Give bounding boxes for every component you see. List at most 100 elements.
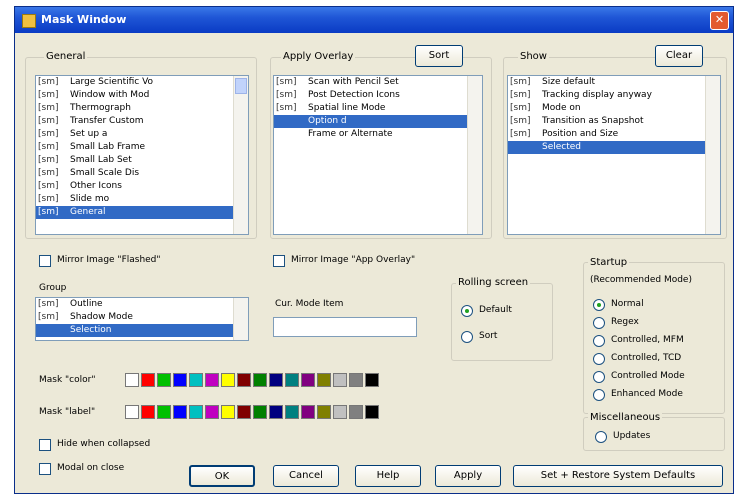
list-item[interactable]: [sm] Tracking display anyway — [508, 89, 720, 102]
color-swatch[interactable] — [237, 405, 251, 419]
list-item[interactable]: [sm] Set up a — [36, 128, 248, 141]
list-item[interactable]: [sm] Post Detection Icons — [274, 89, 482, 102]
startup-option-radio[interactable] — [593, 317, 605, 329]
list-item[interactable]: [sm] Large Scientific Vo — [36, 76, 248, 89]
list-item[interactable]: [sm] Position and Size — [508, 128, 720, 141]
color-swatch[interactable] — [237, 373, 251, 387]
list-item[interactable]: [sm] Slide mo — [36, 193, 248, 206]
color-swatch[interactable] — [205, 373, 219, 387]
color-swatch[interactable] — [333, 405, 347, 419]
list-item[interactable]: [sm] Small Scale Dis — [36, 167, 248, 180]
color-swatch[interactable] — [173, 405, 187, 419]
rolling-option-radio[interactable] — [461, 331, 473, 343]
list-item[interactable]: Selected — [508, 141, 720, 154]
startup-option-radio[interactable] — [593, 335, 605, 347]
color-swatch[interactable] — [301, 405, 315, 419]
startup-option-radio[interactable] — [593, 299, 605, 311]
show-list[interactable]: [sm] Size default [sm] Tracking display any… — [507, 75, 721, 235]
color-swatch[interactable] — [365, 405, 379, 419]
color-swatch[interactable] — [221, 405, 235, 419]
close-button[interactable]: ✕ — [710, 11, 729, 30]
list-item[interactable]: [sm] Other Icons — [36, 180, 248, 193]
color-swatch[interactable] — [157, 373, 171, 387]
color-swatch[interactable] — [141, 405, 155, 419]
apply-button[interactable]: Apply — [435, 465, 501, 487]
mirror-general-checkbox[interactable] — [39, 255, 51, 267]
restore-defaults-button[interactable]: Set + Restore System Defaults — [513, 465, 723, 487]
apply-overlay-title: Apply Overlay — [281, 51, 356, 62]
list-item[interactable]: [sm] Window with Mod — [36, 89, 248, 102]
list-item[interactable]: Frame or Alternate — [274, 128, 482, 141]
list-item-text: Mode on — [542, 103, 581, 113]
color-swatch[interactable] — [333, 373, 347, 387]
cancel-button[interactable]: Cancel — [273, 465, 339, 487]
rolling-option-radio[interactable] — [461, 305, 473, 317]
color-swatch[interactable] — [253, 373, 267, 387]
list-item[interactable]: [sm] Spatial line Mode — [274, 102, 482, 115]
color-swatch[interactable] — [301, 373, 315, 387]
group-scrollbar[interactable] — [233, 298, 248, 340]
list-item[interactable]: Option d — [274, 115, 482, 128]
color-swatch[interactable] — [189, 405, 203, 419]
show-scrollbar[interactable] — [705, 76, 720, 234]
general-scrollbar[interactable] — [233, 76, 248, 234]
color-swatch[interactable] — [349, 405, 363, 419]
color-swatch[interactable] — [205, 405, 219, 419]
startup-option-radio[interactable] — [593, 371, 605, 383]
ok-button[interactable]: OK — [189, 465, 255, 487]
list-item[interactable]: Selection — [36, 324, 248, 337]
hide-collapsed-checkbox[interactable] — [39, 439, 51, 451]
startup-option-radio[interactable] — [593, 353, 605, 365]
color-swatch[interactable] — [285, 405, 299, 419]
list-item[interactable]: [sm] Mode on — [508, 102, 720, 115]
clear-button[interactable]: Clear — [655, 45, 703, 67]
color-swatch[interactable] — [349, 373, 363, 387]
color-swatch[interactable] — [365, 373, 379, 387]
general-list[interactable]: [sm] Large Scientific Vo [sm] Window with M… — [35, 75, 249, 235]
color-swatch[interactable] — [157, 405, 171, 419]
list-item[interactable]: [sm] Size default — [508, 76, 720, 89]
list-item[interactable]: [sm] Small Lab Set — [36, 154, 248, 167]
misc-title: Miscellaneous — [588, 412, 663, 423]
palette2[interactable] — [125, 405, 379, 419]
list-item[interactable]: [sm] Shadow Mode — [36, 311, 248, 324]
mode-item-input[interactable] — [273, 317, 417, 337]
list-item[interactable]: [sm] General — [36, 206, 248, 219]
sort-button[interactable]: Sort — [415, 45, 463, 67]
color-swatch[interactable] — [317, 405, 331, 419]
list-item-text: Scan with Pencil Set — [308, 77, 399, 87]
list-item[interactable]: [sm] Transition as Snapshot — [508, 115, 720, 128]
color-swatch[interactable] — [125, 405, 139, 419]
list-item[interactable]: [sm] Scan with Pencil Set — [274, 76, 482, 89]
color-swatch[interactable] — [317, 373, 331, 387]
startup-option-label: Normal — [611, 299, 644, 309]
title-bar[interactable]: Mask Window ✕ — [15, 7, 733, 33]
mirror-apply-checkbox[interactable] — [273, 255, 285, 267]
list-item-text: General — [70, 207, 106, 217]
color-swatch[interactable] — [269, 405, 283, 419]
updates-radio[interactable] — [595, 431, 607, 443]
color-swatch[interactable] — [189, 373, 203, 387]
color-swatch[interactable] — [125, 373, 139, 387]
color-swatch[interactable] — [253, 405, 267, 419]
group-list[interactable]: [sm] Outline [sm] Shadow Mode Selection — [35, 297, 249, 341]
list-item[interactable]: [sm] Thermograph — [36, 102, 248, 115]
palette1[interactable] — [125, 373, 379, 387]
color-swatch[interactable] — [285, 373, 299, 387]
list-item-text: Set up a — [70, 129, 108, 139]
apply-scrollbar[interactable] — [467, 76, 482, 234]
apply-overlay-list[interactable]: [sm] Scan with Pencil Set [sm] Post Detecti… — [273, 75, 483, 235]
help-button[interactable]: Help — [355, 465, 421, 487]
color-swatch[interactable] — [173, 373, 187, 387]
list-item-text: Tracking display anyway — [542, 90, 652, 100]
color-swatch[interactable] — [221, 373, 235, 387]
list-item[interactable]: [sm] Small Lab Frame — [36, 141, 248, 154]
startup-option-radio[interactable] — [593, 389, 605, 401]
color-swatch[interactable] — [141, 373, 155, 387]
modal-close-checkbox[interactable] — [39, 463, 51, 475]
scroll-thumb[interactable] — [235, 78, 247, 94]
list-item-text: Large Scientific Vo — [70, 77, 154, 87]
list-item[interactable]: [sm] Outline — [36, 298, 248, 311]
color-swatch[interactable] — [269, 373, 283, 387]
list-item[interactable]: [sm] Transfer Custom — [36, 115, 248, 128]
